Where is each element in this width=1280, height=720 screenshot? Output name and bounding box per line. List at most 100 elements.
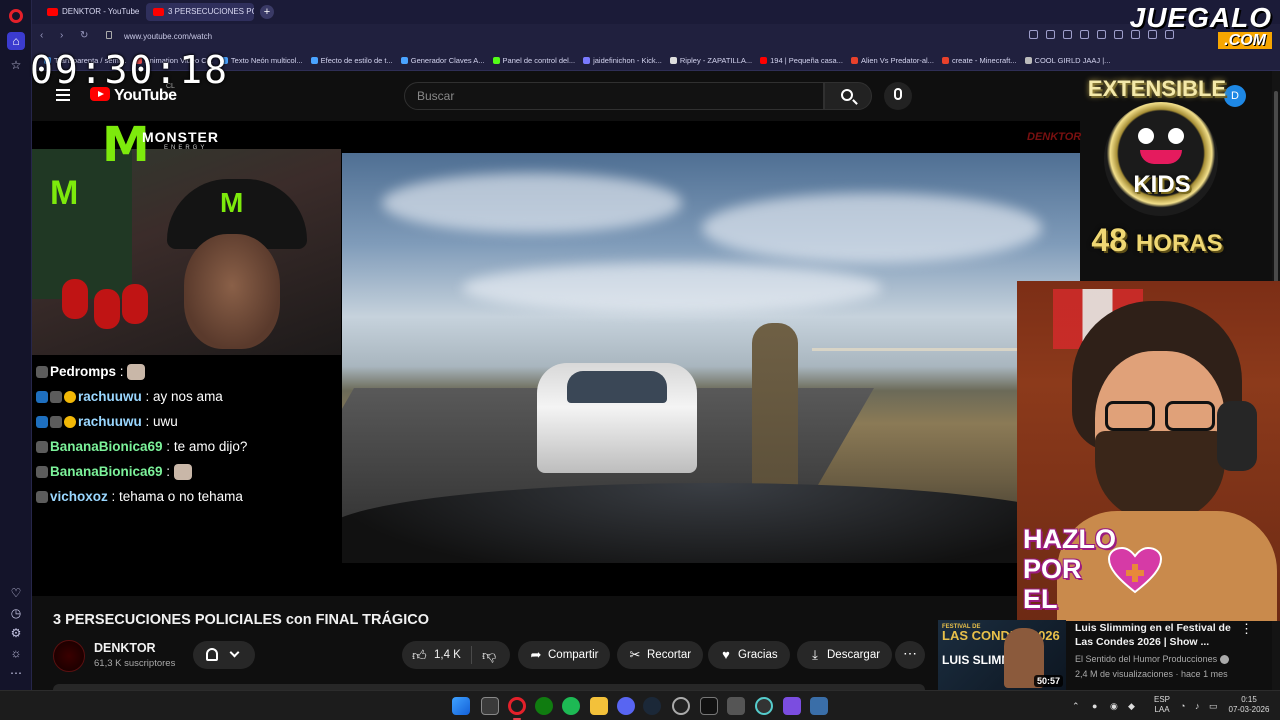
chat-username[interactable]: BananaBionica69 — [50, 464, 163, 479]
voice-search-button[interactable] — [884, 82, 912, 110]
language-indicator[interactable]: ESP LAA — [1150, 695, 1174, 715]
spotify-icon[interactable] — [562, 697, 580, 715]
share-label: Compartir — [548, 649, 599, 661]
thumbs-down-icon[interactable]: 👎︎ — [482, 646, 496, 664]
more-actions-button[interactable]: ⋯ — [895, 641, 925, 669]
chat-badge-icon — [36, 441, 48, 454]
search-button[interactable] — [824, 82, 872, 110]
avatar-beard — [1095, 431, 1225, 521]
play-icon[interactable] — [1097, 30, 1106, 39]
tray-app-icon[interactable]: ◆ — [1128, 701, 1135, 712]
search-icon — [841, 89, 853, 101]
bookmark-item[interactable]: Ripley - ZAPATILLA... — [668, 50, 758, 70]
app-icon[interactable] — [783, 697, 801, 715]
streamer-webcam: M M — [32, 149, 341, 355]
settings-icon[interactable]: ⚙ — [7, 624, 25, 642]
new-tab-button[interactable]: + — [260, 5, 274, 19]
steam-icon[interactable] — [643, 697, 661, 715]
discord-icon[interactable] — [617, 697, 635, 715]
opera-logo-icon[interactable] — [9, 9, 23, 23]
extensible-text: EXTENSIBLE — [1087, 76, 1227, 101]
chat-username[interactable]: BananaBionica69 — [50, 439, 163, 454]
lightbulb-icon[interactable]: ☼ — [7, 644, 25, 662]
bookmark-item[interactable]: Generador Claves A... — [399, 50, 491, 70]
chat-message: BananaBionica69 : te amo dijo? — [32, 434, 282, 459]
recommended-thumbnail[interactable]: FESTIVAL DE LAS CONDES 2026 LUIS SLIMMIN… — [938, 620, 1066, 690]
capcut-icon[interactable] — [700, 697, 718, 715]
bookmark-item[interactable]: 194 | Pequeña casa... — [758, 50, 849, 70]
download-label: Descargar — [827, 649, 881, 661]
lock-icon — [106, 31, 112, 39]
tray-date: 07-03-2026 — [1228, 705, 1270, 714]
chat-separator: : — [162, 439, 174, 454]
start-icon[interactable] — [452, 697, 470, 715]
more-icon[interactable]: ⋯ — [7, 664, 25, 682]
bookmark-item[interactable]: COOL GIRLD JAAJ |... — [1023, 50, 1117, 70]
scrollbar-thumb[interactable] — [1274, 91, 1278, 311]
chat-emote-icon — [127, 364, 146, 381]
steam-tray-icon[interactable]: ◉ — [1110, 701, 1118, 712]
wifi-icon[interactable]: ◔ — [1180, 701, 1185, 711]
folder-icon[interactable] — [590, 697, 608, 715]
thumbs-up-icon[interactable]: 👍︎ — [412, 646, 427, 664]
video-player[interactable]: M M M MONSTER ENERGY DENKTOR Pedromps : … — [32, 121, 1081, 596]
recommended-title[interactable]: Luis Slimming en el Festival de Las Cond… — [1075, 621, 1235, 649]
xbox-icon[interactable] — [535, 697, 553, 715]
bookmark-item[interactable]: Alien Vs Predator-al... — [849, 50, 940, 70]
obs-icon[interactable] — [672, 697, 690, 715]
chat-username[interactable]: vichoxoz — [50, 489, 108, 504]
share-button[interactable]: ➦ Compartir — [518, 641, 611, 669]
recommended-channel[interactable]: El Sentido del Humor Producciones — [1075, 654, 1230, 665]
heart-icon — [1107, 546, 1163, 596]
clip-button[interactable]: ✂ Recortar — [617, 641, 704, 669]
chat-message: rachuuwu : uwu — [32, 409, 282, 434]
history-icon[interactable]: ◷ — [7, 604, 25, 622]
chat-username[interactable]: rachuuwu — [78, 414, 142, 429]
channel-name[interactable]: DENKTOR — [94, 641, 156, 655]
channel-avatar[interactable] — [53, 640, 85, 672]
opera-icon[interactable] — [508, 697, 526, 715]
minecraft-icon[interactable] — [727, 697, 745, 715]
bookmark-item[interactable]: Panel de control del... — [491, 50, 582, 70]
youtube-favicon-icon — [47, 8, 58, 16]
hazlo-line: EL — [1023, 584, 1058, 614]
bookmark-item[interactable]: jaidefinichon - Kick... — [581, 50, 668, 70]
shield-icon[interactable] — [1080, 30, 1089, 39]
home-icon[interactable]: ⌂ — [7, 32, 25, 50]
chat-username[interactable]: Pedromps — [50, 364, 116, 379]
volume-icon[interactable]: ♪ — [1195, 701, 1200, 711]
heart-icon[interactable]: ♡ — [7, 584, 25, 602]
chat-username[interactable]: rachuuwu — [78, 389, 142, 404]
bookmark-item[interactable]: create - Minecraft... — [940, 50, 1023, 70]
chevron-up-icon[interactable]: ⌃ — [1072, 701, 1080, 712]
tab-video[interactable]: 3 PERSECUCIONES PO — [146, 3, 254, 21]
thanks-button[interactable]: ♥ Gracias — [708, 641, 790, 669]
forward-icon[interactable]: › — [60, 30, 63, 41]
energy-word: ENERGY — [164, 145, 208, 151]
share-icon: ➦ — [530, 647, 542, 662]
task-view-icon[interactable] — [481, 697, 499, 715]
tray-app-icon[interactable]: ● — [1092, 701, 1097, 711]
back-icon[interactable]: ‹ — [40, 30, 43, 41]
reload-icon[interactable]: ↻ — [80, 30, 88, 41]
url-field[interactable]: www.youtube.com/watch — [116, 28, 916, 46]
tab-denktor[interactable]: DENKTOR - YouTube — [40, 3, 146, 21]
bookmark-item[interactable]: Efecto de estilo de t... — [309, 50, 399, 70]
download-button[interactable]: ⤓ Descargar — [797, 641, 893, 669]
search-icon[interactable] — [1029, 30, 1038, 39]
monster-cap-logo-icon: M — [220, 187, 244, 218]
notification-button[interactable] — [193, 641, 255, 669]
clock-tray[interactable]: 0:15 07-03-2026 — [1226, 695, 1272, 715]
edit-icon[interactable] — [1046, 30, 1055, 39]
battery-icon[interactable]: ▭ — [1209, 701, 1218, 712]
camera-icon[interactable] — [1063, 30, 1072, 39]
like-count[interactable]: 1,4 K — [434, 641, 461, 669]
calculator-icon[interactable] — [810, 697, 828, 715]
search-input[interactable]: Buscar — [404, 82, 824, 110]
like-divider — [471, 646, 472, 664]
chat-badge-icon — [36, 366, 48, 379]
chrome-icon[interactable] — [755, 697, 773, 715]
kebab-menu-icon[interactable]: ⋮ — [1240, 621, 1253, 637]
bookmark-item[interactable]: Texto Neón multicol... — [219, 50, 309, 70]
pin-icon[interactable]: ☆ — [7, 56, 25, 74]
